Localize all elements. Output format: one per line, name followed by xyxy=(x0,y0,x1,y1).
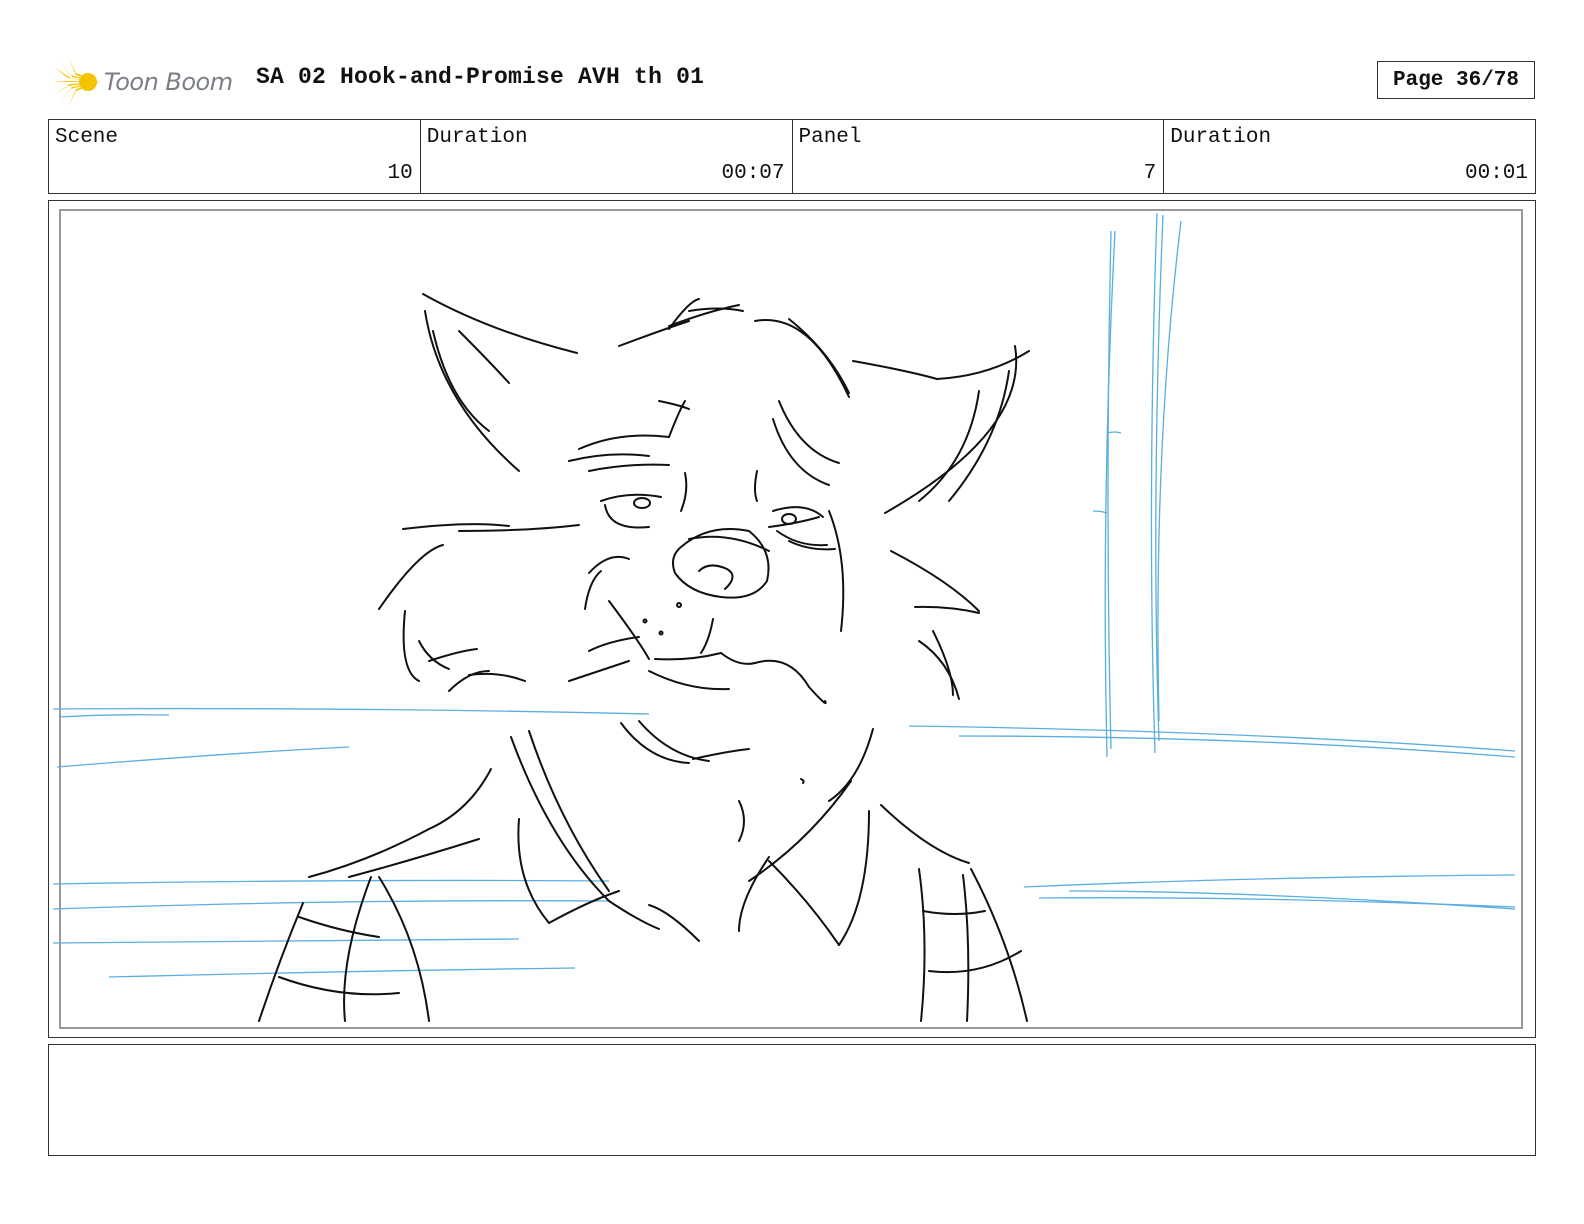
panel-cell: Panel 7 xyxy=(793,120,1165,193)
panel-label: Panel xyxy=(798,126,862,149)
scene-value: 10 xyxy=(387,162,413,185)
document-title: SA 02 Hook-and-Promise AVH th 01 xyxy=(256,64,705,90)
page-number: Page 36/78 xyxy=(1377,61,1535,99)
panel-value: 7 xyxy=(1143,162,1157,185)
scene-duration-cell: Duration 00:07 xyxy=(421,120,793,193)
scene-cell: Scene 10 xyxy=(49,120,421,193)
storyboard-panel-frame xyxy=(48,200,1536,1038)
scene-label: Scene xyxy=(55,126,119,149)
background-guide-lines xyxy=(52,212,1516,978)
panel-info-table: Scene 10 Duration 00:07 Panel 7 Duration… xyxy=(48,119,1536,194)
panel-notes-box xyxy=(48,1044,1536,1156)
toon-boom-logo: Toon Boom xyxy=(52,56,238,108)
starburst-icon xyxy=(52,57,100,107)
panel-duration-label: Duration xyxy=(1170,126,1272,149)
character-line-art xyxy=(258,293,1030,1022)
scene-duration-value: 00:07 xyxy=(721,162,785,185)
scene-duration-label: Duration xyxy=(426,126,528,149)
character-sketch-image xyxy=(52,212,1516,1022)
panel-duration-cell: Duration 00:01 xyxy=(1164,120,1535,193)
logo-text: Toon Boom xyxy=(104,68,233,96)
panel-duration-value: 00:01 xyxy=(1464,162,1528,185)
